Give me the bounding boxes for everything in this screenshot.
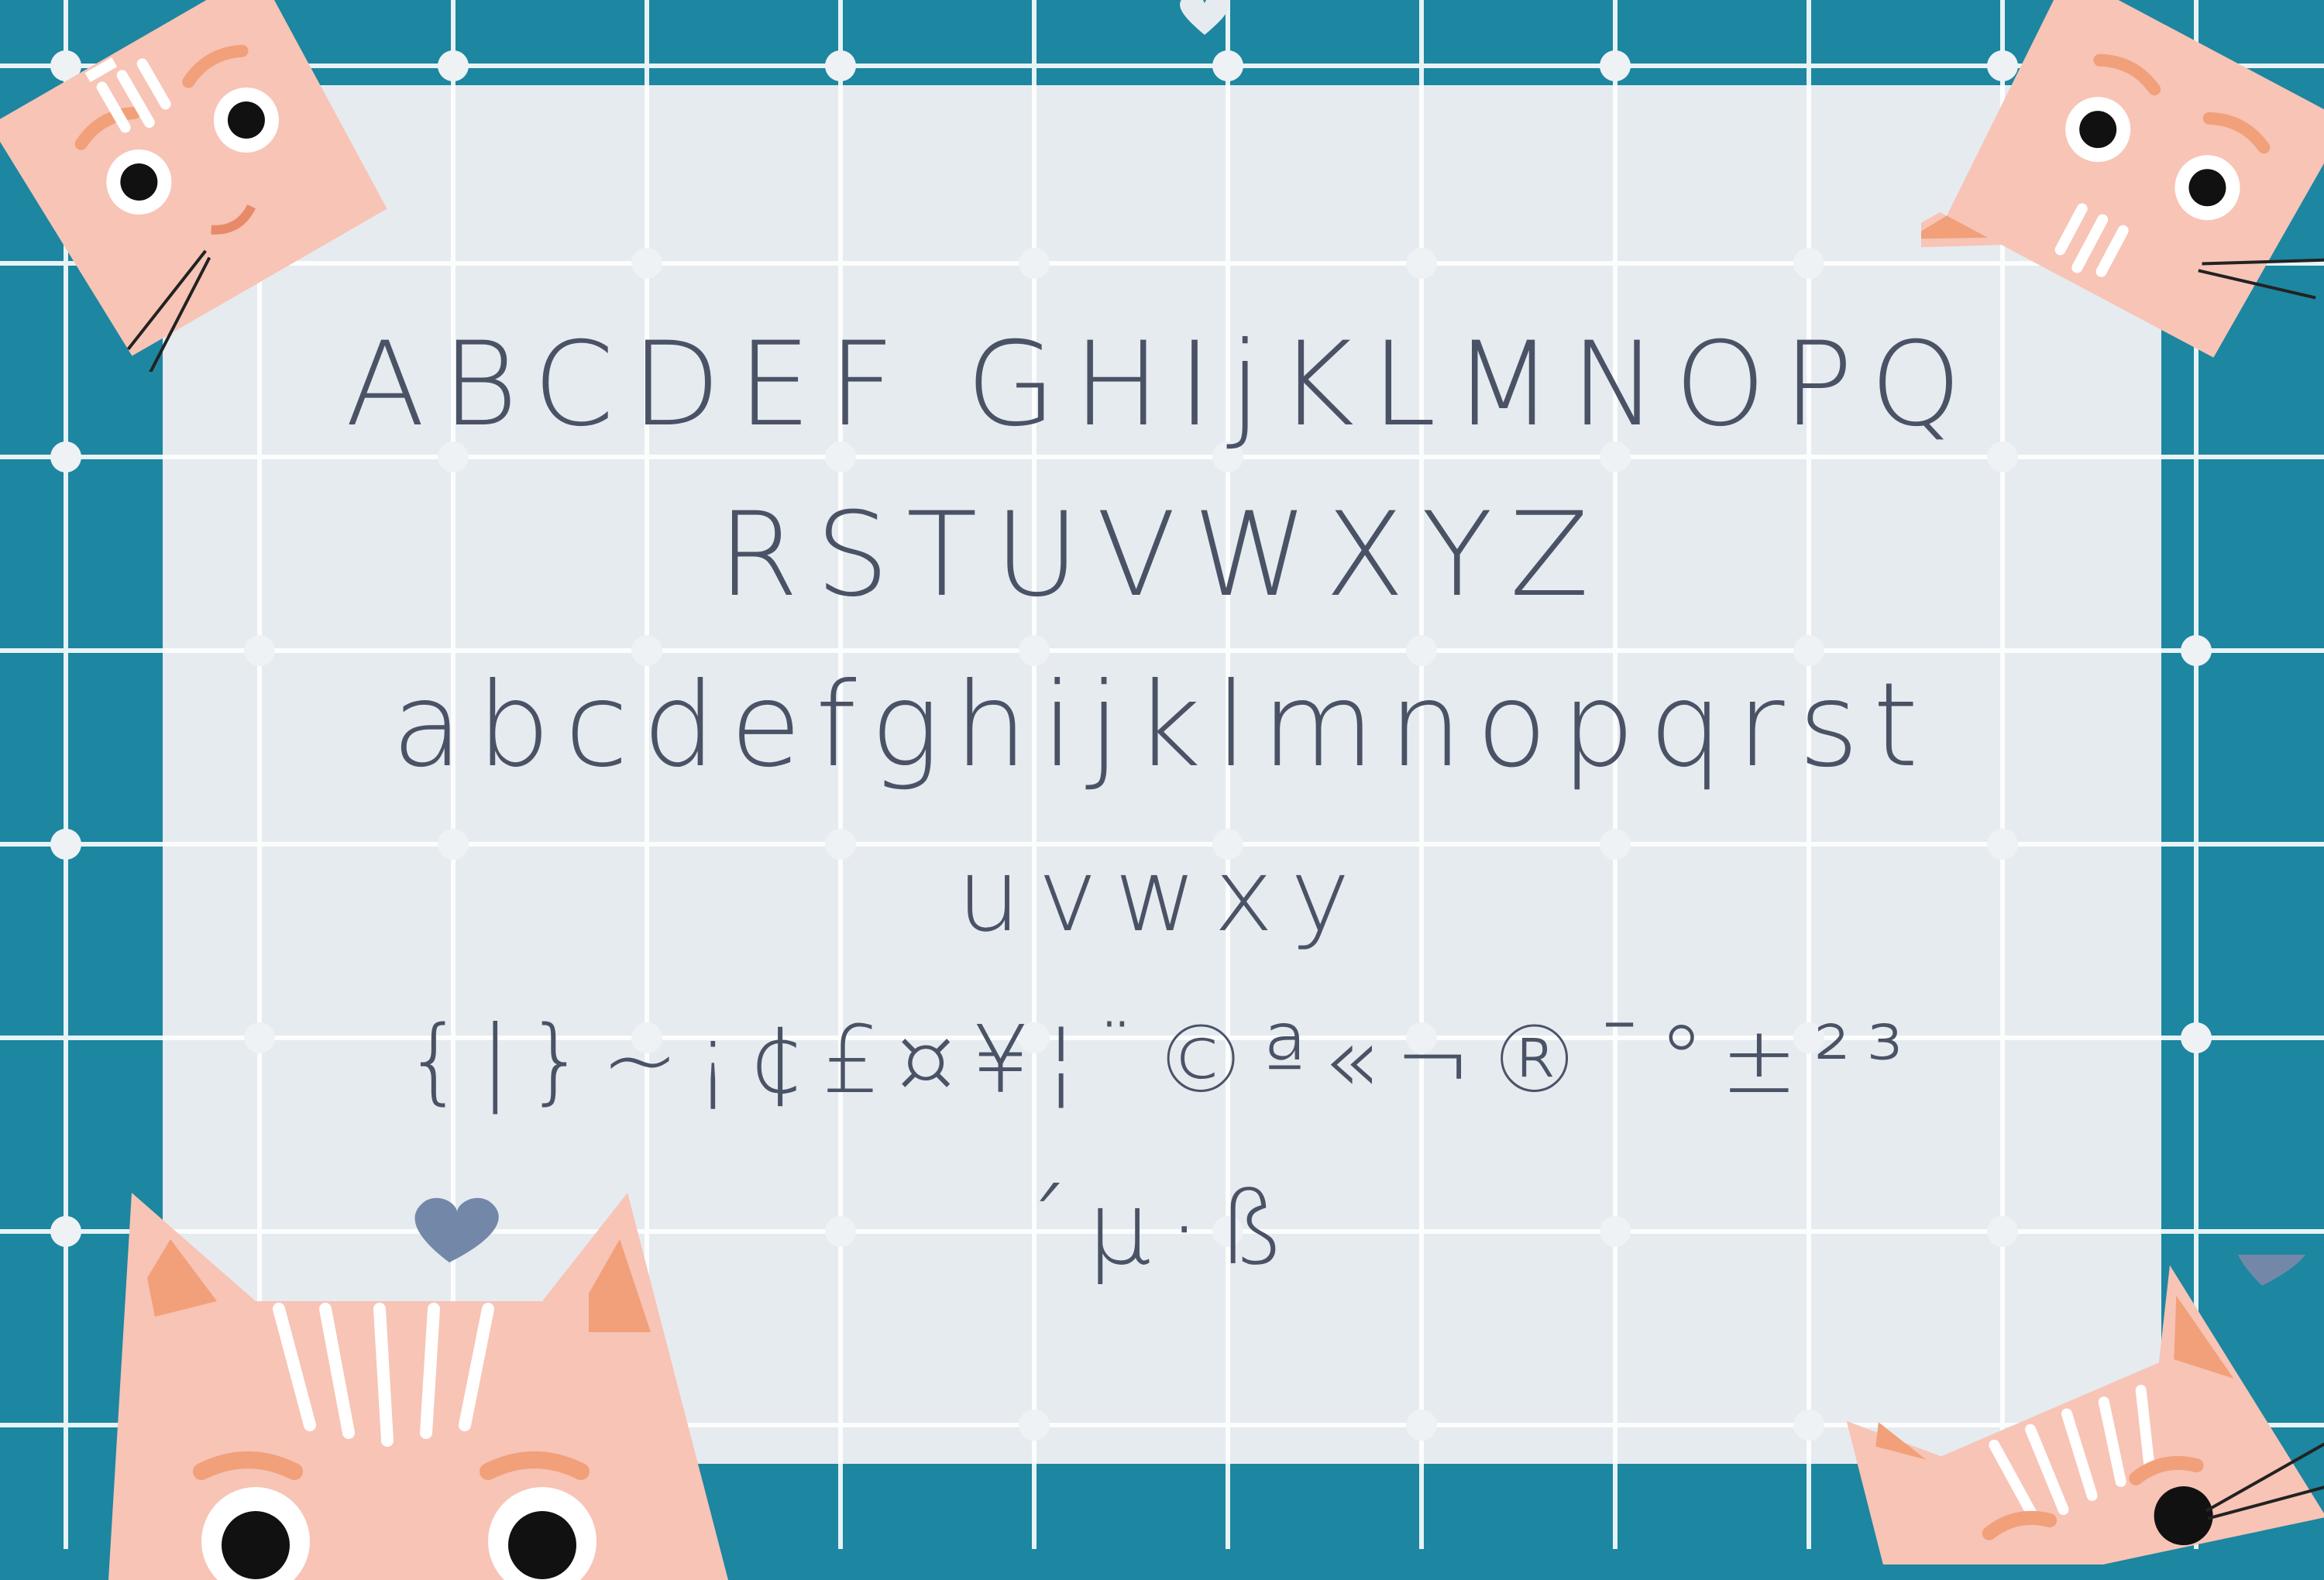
- grid-dot-icon: [1406, 248, 1437, 279]
- grid-dot-icon: [2181, 1022, 2212, 1053]
- lowercase-line-1: abcdefghijklmnopqrst: [391, 658, 1933, 793]
- grid-dot-icon: [1793, 248, 1824, 279]
- grid-dot-icon: [1406, 1410, 1437, 1441]
- grid-dot-icon: [1019, 1410, 1050, 1441]
- uppercase-line-1: ABCDEF GHIjKLMNOPQ: [345, 318, 1979, 452]
- heart-icon: [1180, 0, 1229, 35]
- font-specimen-card: ABCDEF GHIjKLMNOPQ RSTUVWXYZ abcdefghijk…: [0, 0, 2324, 1580]
- grid-dot-icon: [2181, 635, 2212, 666]
- grid-dot-icon: [825, 50, 856, 81]
- grid-dot-icon: [1793, 1410, 1824, 1441]
- cat-face-icon: [108, 1193, 728, 1580]
- cat-face-icon: [1921, 0, 2324, 358]
- grid-dot-icon: [438, 50, 469, 81]
- grid-dot-icon: [1019, 248, 1050, 279]
- grid-dot-icon: [1212, 50, 1243, 81]
- grid-dot-icon: [50, 829, 81, 860]
- grid-dot-icon: [50, 441, 81, 472]
- lowercase-line-2: uvwxy: [957, 836, 1367, 954]
- grid-dot-icon: [1600, 50, 1631, 81]
- symbols-line-1: {|}~¡¢£¤¥¦¨©ª«¬®¯°±²³: [404, 1007, 1920, 1115]
- cat-face-icon: [0, 0, 387, 372]
- cat-face-icon: [1846, 1255, 2324, 1565]
- grid-dot-icon: [631, 248, 662, 279]
- glyph-specimen: ABCDEF GHIjKLMNOPQ RSTUVWXYZ abcdefghijk…: [232, 294, 2092, 1301]
- uppercase-line-2: RSTUVWXYZ: [717, 488, 1607, 623]
